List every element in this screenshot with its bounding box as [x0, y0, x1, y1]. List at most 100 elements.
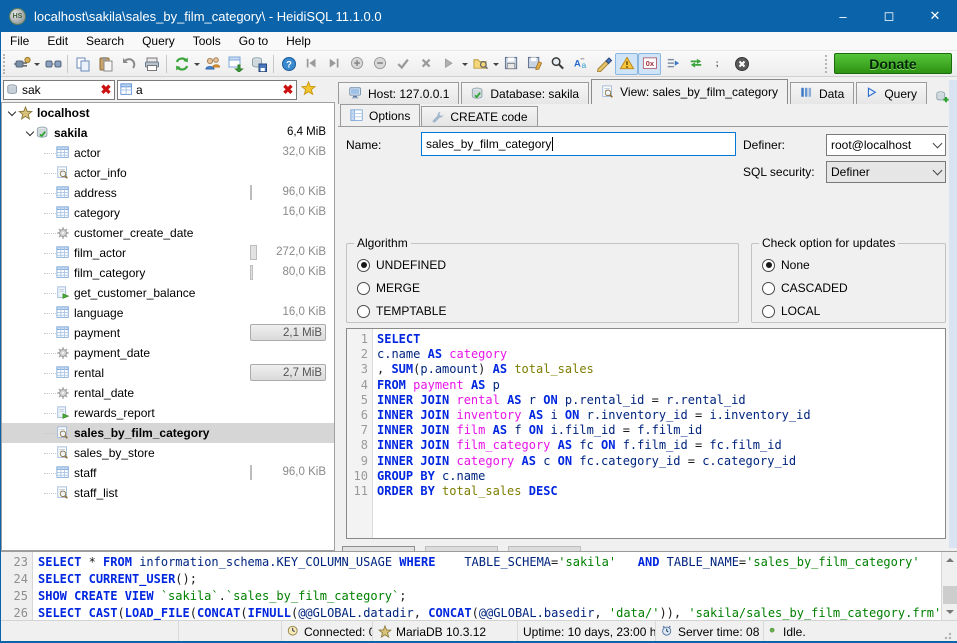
export-tables-button[interactable] [224, 53, 247, 75]
radio-icon[interactable] [357, 282, 370, 295]
tree-item-actor[interactable]: actor32,0 KiB [2, 143, 334, 163]
tree-item-payment[interactable]: payment2,1 MiB [2, 323, 334, 343]
tree-item-category[interactable]: category16,0 KiB [2, 203, 334, 223]
new-query-tab-button[interactable] [929, 90, 956, 104]
radio-icon[interactable] [762, 259, 775, 272]
scroll-thumb[interactable] [943, 586, 957, 604]
resize-grip[interactable] [944, 630, 954, 640]
execute-query-button[interactable] [438, 53, 461, 75]
nav-first-button[interactable] [300, 53, 323, 75]
insert-row-button[interactable] [346, 53, 369, 75]
algorithm-option-merge[interactable]: MERGE [357, 279, 420, 297]
radio-icon[interactable] [762, 282, 775, 295]
tree-item-localhost[interactable]: localhost [2, 103, 334, 123]
tree-item-rewards_report[interactable]: rewards_report [2, 403, 334, 423]
cancel-editing-button[interactable] [415, 53, 438, 75]
refresh-button[interactable] [170, 53, 193, 75]
find-text-button[interactable] [546, 53, 569, 75]
highlight-errors-button[interactable] [615, 53, 638, 75]
save-sql-button[interactable] [500, 53, 523, 75]
semicolon-delimiter-button[interactable]: ; [707, 53, 730, 75]
tree-item-film_actor[interactable]: film_actor272,0 KiB [2, 243, 334, 263]
disconnect-button[interactable] [41, 53, 64, 75]
save-sql-as-button[interactable] [523, 53, 546, 75]
menu-go-to[interactable]: Go to [230, 32, 277, 50]
stop-query-button[interactable] [730, 53, 753, 75]
menu-tools[interactable]: Tools [184, 32, 230, 50]
refresh-dropdown-icon[interactable] [193, 53, 201, 75]
print-button[interactable] [140, 53, 163, 75]
check-option-option-local[interactable]: LOCAL [762, 302, 820, 320]
tree-filter-input[interactable] [136, 83, 280, 97]
copy-button[interactable] [71, 53, 94, 75]
donate-button[interactable]: Donate [834, 53, 952, 74]
expand-chevron-icon[interactable] [8, 108, 18, 118]
menu-file[interactable]: File [1, 32, 38, 50]
paste-button[interactable] [94, 53, 117, 75]
undo-button[interactable] [117, 53, 140, 75]
clear-filter-icon[interactable]: ✖ [98, 82, 114, 98]
database-tree[interactable]: localhostsakila6,4 MiBactor32,0 KiBactor… [1, 102, 335, 551]
tab-database-sakila[interactable]: Database: sakila [461, 82, 589, 104]
tab-view-sales-by-film-category[interactable]: View: sales_by_film_category [591, 79, 788, 104]
subtab-create-code[interactable]: CREATE code [421, 106, 537, 127]
load-sql-file-dropdown-icon[interactable] [492, 53, 500, 75]
tree-item-sales_by_store[interactable]: sales_by_store [2, 443, 334, 463]
tab-query[interactable]: Query [856, 82, 927, 104]
next-statement-button[interactable] [661, 53, 684, 75]
format-code-button[interactable] [592, 53, 615, 75]
tree-item-sales_by_film_category[interactable]: sales_by_film_category [2, 423, 334, 443]
radio-icon[interactable] [357, 259, 370, 272]
user-manager-button[interactable] [201, 53, 224, 75]
sql-security-combobox[interactable]: Definer [826, 161, 946, 183]
scroll-up-icon[interactable] [944, 554, 956, 566]
nav-last-button[interactable] [323, 53, 346, 75]
algorithm-option-temptable[interactable]: TEMPTABLE [357, 302, 446, 320]
save-database-button[interactable] [247, 53, 270, 75]
close-button[interactable]: ✕ [912, 0, 957, 32]
maximize-button[interactable]: ◻ [866, 0, 912, 32]
tree-item-film_category[interactable]: film_category80,0 KiB [2, 263, 334, 283]
check-option-option-cascaded[interactable]: CASCADED [762, 279, 848, 297]
scroll-down-icon[interactable] [944, 606, 956, 618]
minimize-button[interactable]: – [820, 0, 866, 32]
tree-item-staff[interactable]: staff96,0 KiB [2, 463, 334, 483]
connect-button[interactable] [10, 53, 33, 75]
tab-data[interactable]: Data [790, 82, 854, 104]
panel-scroll-strip[interactable] [949, 80, 957, 548]
editor-code[interactable]: SELECTc.name AS category, SUM(p.amount) … [373, 329, 945, 538]
log-scrollbar[interactable] [941, 552, 957, 620]
menu-help[interactable]: Help [277, 32, 320, 50]
view-sql-editor[interactable]: 1234567891011 SELECTc.name AS category, … [346, 328, 946, 539]
expand-chevron-icon[interactable] [26, 128, 36, 138]
tree-item-address[interactable]: address96,0 KiB [2, 183, 334, 203]
hex-view-button[interactable]: 0x [638, 53, 661, 75]
view-name-input[interactable]: sales_by_film_category [421, 132, 736, 156]
execute-query-dropdown-icon[interactable] [461, 53, 469, 75]
menu-edit[interactable]: Edit [38, 32, 77, 50]
tree-item-actor_info[interactable]: actor_info [2, 163, 334, 183]
clear-filter-icon[interactable]: ✖ [280, 82, 296, 98]
tree-item-rental_date[interactable]: rental_date [2, 383, 334, 403]
radio-icon[interactable] [357, 305, 370, 318]
favorites-toggle[interactable] [301, 81, 316, 99]
tree-item-rental[interactable]: rental2,7 MiB [2, 363, 334, 383]
tab-host-127-0-0-1[interactable]: Host: 127.0.0.1 [338, 82, 459, 104]
connect-dropdown-icon[interactable] [33, 53, 41, 75]
help-button[interactable]: ? [277, 53, 300, 75]
tree-filter-input[interactable] [22, 83, 98, 97]
delete-row-button[interactable] [369, 53, 392, 75]
menu-query[interactable]: Query [133, 32, 184, 50]
algorithm-option-undefined[interactable]: UNDEFINED [357, 256, 446, 274]
bind-parameters-button[interactable] [684, 53, 707, 75]
subtab-options[interactable]: Options [340, 104, 420, 127]
tree-item-customer_create_date[interactable]: customer_create_date [2, 223, 334, 243]
tree-item-sakila[interactable]: sakila6,4 MiB [2, 123, 334, 143]
check-option-option-none[interactable]: None [762, 256, 810, 274]
menu-search[interactable]: Search [77, 32, 133, 50]
radio-icon[interactable] [762, 305, 775, 318]
definer-combobox[interactable]: root@localhost [826, 134, 946, 156]
load-sql-file-button[interactable] [469, 53, 492, 75]
post-changes-button[interactable] [392, 53, 415, 75]
replace-text-button[interactable]: Aa [569, 53, 592, 75]
